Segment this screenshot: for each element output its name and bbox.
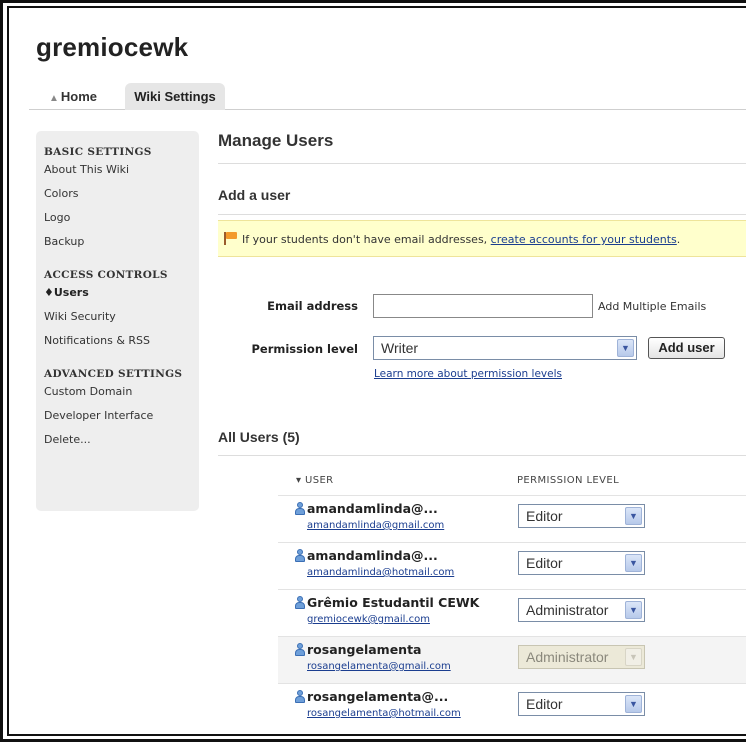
- learn-more-link[interactable]: Learn more about permission levels: [374, 368, 562, 380]
- sidebar-item-about[interactable]: About This Wiki: [44, 161, 199, 185]
- user-name[interactable]: rosangelamenta: [307, 642, 421, 657]
- permission-select-value: Writer: [381, 340, 419, 356]
- row-permission-select: Administrator ▼: [518, 645, 645, 669]
- user-column-header[interactable]: ▾ USER: [296, 475, 334, 486]
- notice-suffix: .: [676, 233, 681, 246]
- chevron-down-icon: ▼: [625, 601, 642, 619]
- sidebar-item-users[interactable]: ♦Users: [44, 284, 199, 308]
- email-label: Email address: [267, 299, 358, 313]
- sidebar-item-backup[interactable]: Backup: [44, 233, 199, 257]
- chevron-down-icon: ▼: [625, 648, 642, 666]
- sidebar-group-access: ACCESS CONTROLS ♦Users Wiki Security Not…: [44, 269, 199, 356]
- sidebar-item-wiki-security[interactable]: Wiki Security: [44, 308, 199, 332]
- tab-home-label: Home: [60, 89, 98, 104]
- user-name[interactable]: Grêmio Estudantil CEWK: [307, 595, 479, 610]
- create-accounts-link[interactable]: create accounts for your students: [491, 233, 677, 246]
- site-title: gremiocewk: [36, 32, 189, 62]
- sidebar-heading: ACCESS CONTROLS: [44, 269, 168, 281]
- home-icon: ▲: [49, 93, 59, 104]
- user-email[interactable]: rosangelamenta@hotmail.com: [307, 708, 461, 719]
- user-name[interactable]: amandamlinda@...: [307, 501, 438, 516]
- user-email[interactable]: gremiocewk@gmail.com: [307, 614, 430, 625]
- row-permission-value: Editor: [526, 696, 563, 712]
- flag-icon: [224, 232, 238, 245]
- tab-home[interactable]: ▲ Home: [35, 83, 115, 110]
- user-name[interactable]: amandamlinda@...: [307, 548, 438, 563]
- email-input[interactable]: [373, 294, 593, 318]
- row-permission-select[interactable]: Editor ▼: [518, 551, 645, 575]
- user-email[interactable]: amandamlinda@hotmail.com: [307, 567, 454, 578]
- row-permission-select[interactable]: Editor ▼: [518, 504, 645, 528]
- add-multiple-emails-link[interactable]: Add Multiple Emails: [598, 300, 706, 313]
- sidebar-item-delete[interactable]: Delete...: [44, 431, 199, 455]
- user-icon: [295, 502, 305, 515]
- tab-bar: ▲ Home Wiki Settings: [29, 83, 746, 110]
- row-permission-select[interactable]: Editor ▼: [518, 692, 645, 716]
- row-permission-value: Administrator: [526, 649, 609, 665]
- divider: [218, 214, 746, 215]
- row-permission-value: Editor: [526, 555, 563, 571]
- notice-text: If your students don't have email addres…: [242, 233, 491, 246]
- sidebar-item-custom-domain[interactable]: Custom Domain: [44, 383, 199, 407]
- user-icon: [295, 596, 305, 609]
- permission-column-header: PERMISSION LEVEL: [517, 475, 620, 486]
- permission-label: Permission level: [251, 342, 358, 356]
- user-icon: [295, 549, 305, 562]
- sidebar-item-notifications[interactable]: Notifications & RSS: [44, 332, 199, 356]
- tab-wiki-settings[interactable]: Wiki Settings: [125, 83, 225, 110]
- user-email[interactable]: rosangelamenta@gmail.com: [307, 661, 451, 672]
- divider: [218, 455, 746, 456]
- user-icon: [295, 643, 305, 656]
- all-users-heading: All Users (5): [218, 429, 300, 445]
- add-user-button[interactable]: Add user: [648, 337, 725, 359]
- row-permission-value: Editor: [526, 508, 563, 524]
- table-row: Grêmio Estudantil CEWK gremiocewk@gmail.…: [278, 589, 746, 636]
- add-user-heading: Add a user: [218, 187, 291, 203]
- chevron-down-icon: ▼: [625, 507, 642, 525]
- chevron-down-icon: ▼: [625, 554, 642, 572]
- row-permission-value: Administrator: [526, 602, 609, 618]
- table-row: amandamlinda@... amandamlinda@gmail.com …: [278, 495, 746, 542]
- notice-banner: If your students don't have email addres…: [218, 220, 746, 257]
- settings-sidebar: BASIC SETTINGS About This Wiki Colors Lo…: [36, 131, 199, 511]
- user-name[interactable]: rosangelamenta@...: [307, 689, 448, 704]
- table-row: amandamlinda@... amandamlinda@hotmail.co…: [278, 542, 746, 589]
- sidebar-heading: BASIC SETTINGS: [44, 146, 152, 158]
- chevron-down-icon: ▼: [625, 695, 642, 713]
- permission-select[interactable]: Writer ▼: [373, 336, 637, 360]
- divider: [218, 163, 746, 164]
- page: gremiocewk ▲ Home Wiki Settings BASIC SET…: [7, 6, 746, 736]
- sidebar-item-colors[interactable]: Colors: [44, 185, 199, 209]
- table-row: rosangelamenta rosangelamenta@gmail.com …: [278, 636, 746, 683]
- table-row: rosangelamenta@... rosangelamenta@hotmai…: [278, 683, 746, 730]
- page-title: Manage Users: [218, 131, 334, 150]
- user-email[interactable]: amandamlinda@gmail.com: [307, 520, 444, 531]
- sidebar-group-basic: BASIC SETTINGS About This Wiki Colors Lo…: [44, 146, 199, 257]
- sidebar-item-logo[interactable]: Logo: [44, 209, 199, 233]
- user-icon: [295, 690, 305, 703]
- chevron-down-icon: ▼: [617, 339, 634, 357]
- row-permission-select[interactable]: Administrator ▼: [518, 598, 645, 622]
- sidebar-heading: ADVANCED SETTINGS: [44, 368, 183, 380]
- sidebar-item-developer[interactable]: Developer Interface: [44, 407, 199, 431]
- sidebar-group-advanced: ADVANCED SETTINGS Custom Domain Develope…: [44, 368, 199, 455]
